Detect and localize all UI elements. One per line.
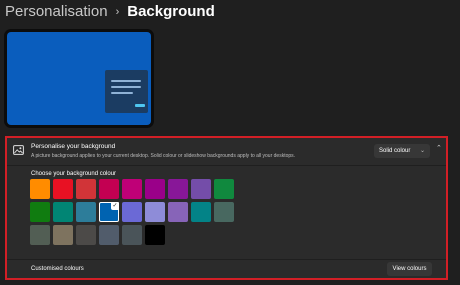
preview-window-line xyxy=(111,86,141,88)
chevron-right-icon: › xyxy=(115,5,120,18)
picture-icon xyxy=(13,145,24,155)
preview-screen xyxy=(7,32,151,125)
colour-swatch[interactable]: ✓ xyxy=(99,202,119,222)
breadcrumb-personalisation[interactable]: Personalisation xyxy=(5,3,108,20)
colour-swatch[interactable] xyxy=(214,179,234,199)
preview-window-line xyxy=(111,80,141,82)
customised-colours-label: Customised colours xyxy=(31,266,84,272)
personalise-background-panel: Personalise your background A picture ba… xyxy=(5,136,448,280)
personalise-description: A picture background applies to your cur… xyxy=(31,153,296,159)
background-type-dropdown[interactable]: Solid colour ⌄ xyxy=(374,144,430,158)
colour-swatch[interactable] xyxy=(30,225,50,245)
colour-swatch[interactable] xyxy=(168,179,188,199)
colour-swatch[interactable] xyxy=(145,202,165,222)
colour-swatch[interactable] xyxy=(99,179,119,199)
colour-swatch[interactable] xyxy=(76,202,96,222)
colour-swatch[interactable] xyxy=(53,202,73,222)
colour-swatch[interactable] xyxy=(76,225,96,245)
colour-swatch[interactable] xyxy=(30,179,50,199)
colour-swatch[interactable] xyxy=(214,202,234,222)
customised-colours-row: Customised colours View colours xyxy=(7,259,446,281)
colour-swatch[interactable] xyxy=(53,179,73,199)
chevron-up-icon[interactable]: ⌃ xyxy=(436,144,442,152)
preview-window xyxy=(105,70,148,113)
choose-colour-label: Choose your background colour xyxy=(31,171,117,177)
colour-swatch[interactable] xyxy=(191,179,211,199)
preview-window-button xyxy=(135,104,145,107)
colour-swatch[interactable] xyxy=(168,202,188,222)
colour-swatch[interactable] xyxy=(53,225,73,245)
colour-swatch[interactable] xyxy=(122,202,142,222)
dropdown-value: Solid colour xyxy=(379,148,411,154)
breadcrumb: Personalisation › Background xyxy=(5,3,215,20)
personalise-title: Personalise your background xyxy=(31,143,116,150)
view-colours-button[interactable]: View colours xyxy=(387,262,432,276)
colour-swatch[interactable] xyxy=(122,179,142,199)
colour-swatch[interactable] xyxy=(145,179,165,199)
checkmark-icon: ✓ xyxy=(111,202,119,210)
page-title: Background xyxy=(127,3,215,20)
preview-window-line xyxy=(111,92,133,94)
colour-swatch[interactable] xyxy=(30,202,50,222)
colour-swatch[interactable] xyxy=(145,225,165,245)
desktop-preview xyxy=(4,29,154,128)
colour-swatch[interactable] xyxy=(99,225,119,245)
colour-swatch[interactable] xyxy=(122,225,142,245)
chevron-down-icon: ⌄ xyxy=(419,148,425,154)
colour-swatch[interactable] xyxy=(191,202,211,222)
colour-swatch[interactable] xyxy=(76,179,96,199)
personalise-background-header[interactable]: Personalise your background A picture ba… xyxy=(7,138,446,166)
